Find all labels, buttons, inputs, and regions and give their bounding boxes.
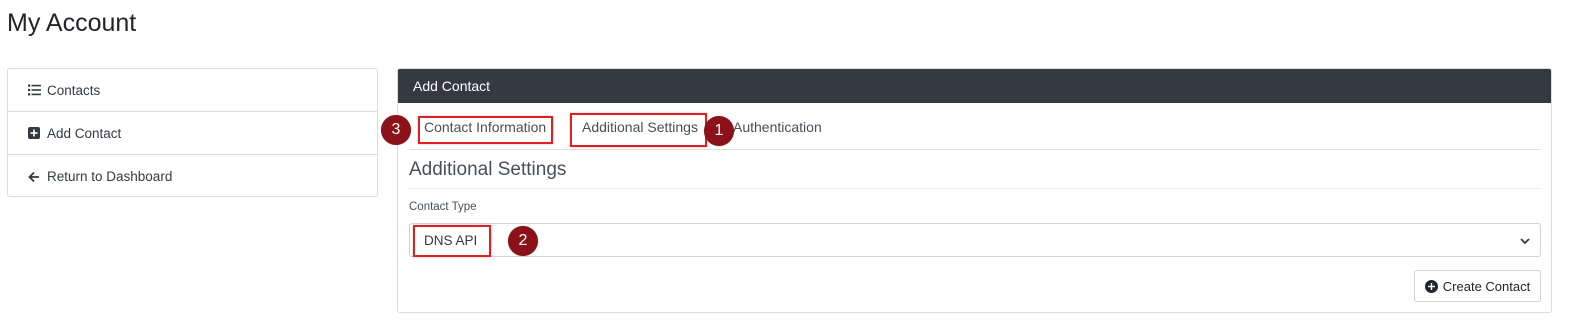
sidebar-item-return-dashboard[interactable]: Return to Dashboard — [8, 155, 377, 198]
annotation-badge-3: 3 — [381, 115, 411, 145]
create-contact-label: Create Contact — [1442, 278, 1531, 294]
sidebar-item-contacts[interactable]: Contacts — [8, 69, 377, 112]
sidebar-item-label: Return to Dashboard — [47, 169, 173, 184]
contact-type-label: Contact Type — [409, 201, 477, 213]
contact-type-value: DNS API — [424, 232, 478, 248]
create-contact-button[interactable]: Create Contact — [1414, 270, 1541, 302]
section-title: Additional Settings — [409, 159, 567, 180]
tab-bar: Contact Information Additional Settings … — [409, 114, 1541, 150]
arrow-left-icon — [27, 170, 41, 184]
sidebar-item-add-contact[interactable]: Add Contact — [8, 112, 377, 155]
sidebar-item-label: Add Contact — [47, 125, 122, 141]
tab-additional-settings[interactable]: Additional Settings — [582, 119, 698, 135]
section-divider — [409, 188, 1541, 189]
sidebar-item-label: Contacts — [47, 82, 101, 98]
page-title: My Account — [7, 9, 137, 37]
add-contact-card: Add Contact Contact Information Addition… — [397, 68, 1552, 313]
account-sidebar: Contacts Add Contact Return to Dashboard — [7, 68, 378, 197]
contact-type-select[interactable]: DNS API — [409, 223, 1541, 257]
plus-circle-icon — [1424, 279, 1438, 293]
chevron-down-icon — [1519, 235, 1531, 247]
list-icon — [27, 83, 41, 97]
annotation-badge-2: 2 — [508, 226, 538, 256]
plus-square-icon — [27, 126, 41, 140]
tab-contact-information[interactable]: Contact Information — [424, 119, 546, 135]
card-header: Add Contact — [398, 69, 1551, 103]
tab-authentication[interactable]: Authentication — [733, 119, 822, 135]
annotation-badge-1: 1 — [704, 116, 734, 146]
